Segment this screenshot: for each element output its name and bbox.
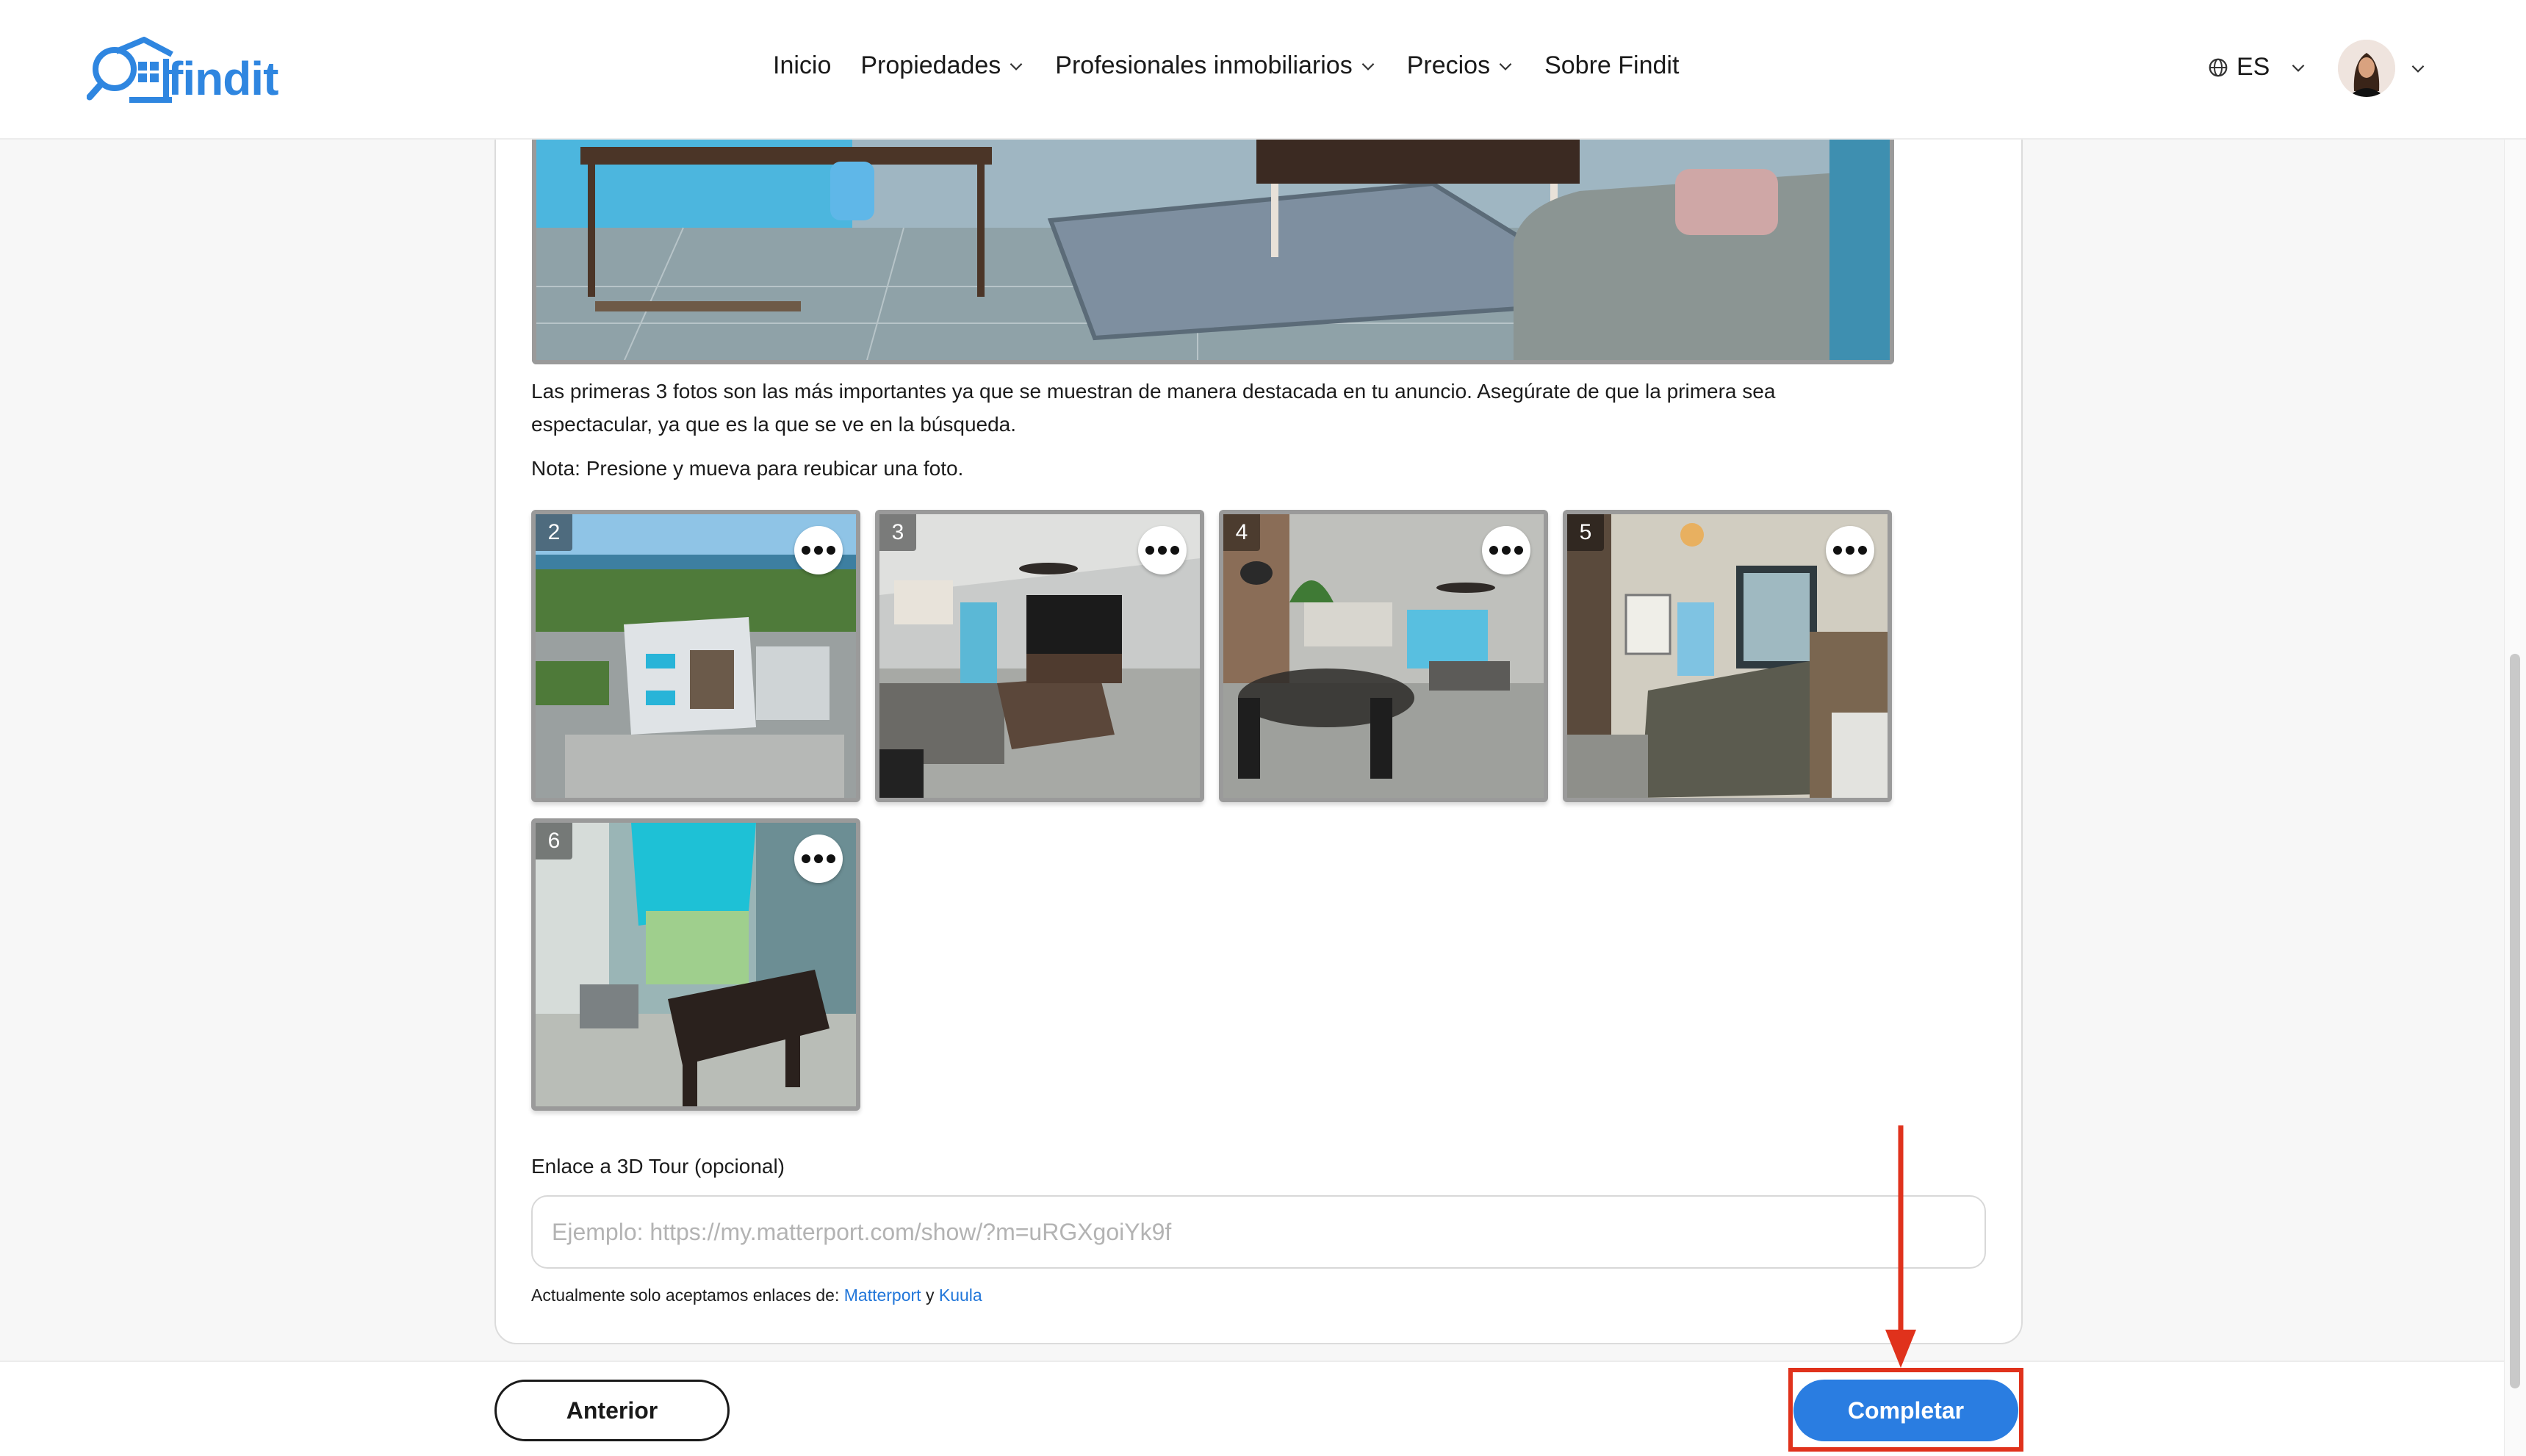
photos-description: Las primeras 3 fotos son las más importa…	[531, 380, 1776, 436]
photo-number: 3	[879, 514, 916, 551]
annotation-arrow-icon	[1885, 1125, 1916, 1368]
reorder-note: Nota: Presione y mueva para reubicar una…	[531, 457, 964, 480]
photo-thumbnail-3[interactable]: 3	[875, 510, 1204, 802]
chevron-down-icon	[2292, 64, 2305, 72]
nav-propiedades[interactable]: Propiedades	[860, 51, 1026, 80]
avatar[interactable]	[2338, 40, 2395, 97]
photo-options-button[interactable]	[794, 526, 843, 574]
tour-label: Enlace a 3D Tour (opcional)	[531, 1155, 785, 1178]
photo-thumbnail-6[interactable]: 6	[531, 818, 860, 1111]
globe-icon	[2209, 58, 2228, 76]
photo-thumbnail-5[interactable]: 5	[1563, 510, 1892, 802]
accepted-links-prefix: Actualmente solo aceptamos enlaces de:	[531, 1286, 844, 1305]
photo-number: 4	[1223, 514, 1260, 551]
chevron-down-icon	[1499, 62, 1512, 71]
accepted-links-note: Actualmente solo aceptamos enlaces de: M…	[531, 1286, 982, 1305]
photo-number: 2	[536, 514, 572, 551]
photo-options-button[interactable]	[1138, 526, 1187, 574]
footer-bar	[0, 1361, 2504, 1456]
kuula-link[interactable]: Kuula	[939, 1286, 982, 1305]
logo-text: findit	[168, 52, 278, 105]
logo-magnifier-house-icon	[87, 37, 173, 103]
nav-profesionales-label: Profesionales inmobiliarios	[1055, 51, 1353, 79]
tour-link-input[interactable]	[531, 1195, 1986, 1269]
language-label: ES	[2237, 53, 2270, 81]
photo-thumbnail-2[interactable]: 2	[531, 510, 860, 802]
nav-inicio-label: Inicio	[773, 51, 832, 79]
living-room-photo	[536, 140, 1890, 360]
main-photo[interactable]	[532, 140, 1894, 364]
nav-precios[interactable]: Precios	[1407, 51, 1515, 80]
nav-sobre-findit-label: Sobre Findit	[1544, 51, 1680, 79]
photo-options-button[interactable]	[794, 835, 843, 883]
language-selector[interactable]: ES	[2207, 53, 2308, 82]
page-scrollbar-thumb[interactable]	[2510, 654, 2520, 1388]
photo-thumbnail-4[interactable]: 4	[1219, 510, 1548, 802]
previous-button[interactable]: Anterior	[494, 1380, 730, 1441]
photo-options-button[interactable]	[1826, 526, 1874, 574]
chevron-down-icon	[1010, 62, 1023, 71]
nav-propiedades-label: Propiedades	[860, 51, 1001, 79]
user-photo-icon	[2338, 40, 2395, 97]
nav-inicio[interactable]: Inicio	[773, 51, 831, 80]
photo-options-button[interactable]	[1482, 526, 1530, 574]
chevron-down-icon	[1361, 62, 1375, 71]
nav-sobre-findit[interactable]: Sobre Findit	[1544, 51, 1679, 80]
annotation-highlight-box	[1788, 1368, 2023, 1452]
top-header: findit Inicio Propiedades Profesionales …	[0, 0, 2526, 140]
nav-precios-label: Precios	[1406, 51, 1491, 79]
accepted-links-joiner: y	[921, 1286, 939, 1305]
matterport-link[interactable]: Matterport	[844, 1286, 921, 1305]
photo-number: 6	[536, 823, 572, 859]
nav-profesionales[interactable]: Profesionales inmobiliarios	[1055, 51, 1377, 80]
main-nav: Inicio Propiedades Profesionales inmobil…	[773, 51, 1679, 80]
chevron-down-icon[interactable]	[2408, 59, 2428, 78]
findit-logo[interactable]: findit	[87, 37, 278, 107]
photo-number: 5	[1567, 514, 1604, 551]
